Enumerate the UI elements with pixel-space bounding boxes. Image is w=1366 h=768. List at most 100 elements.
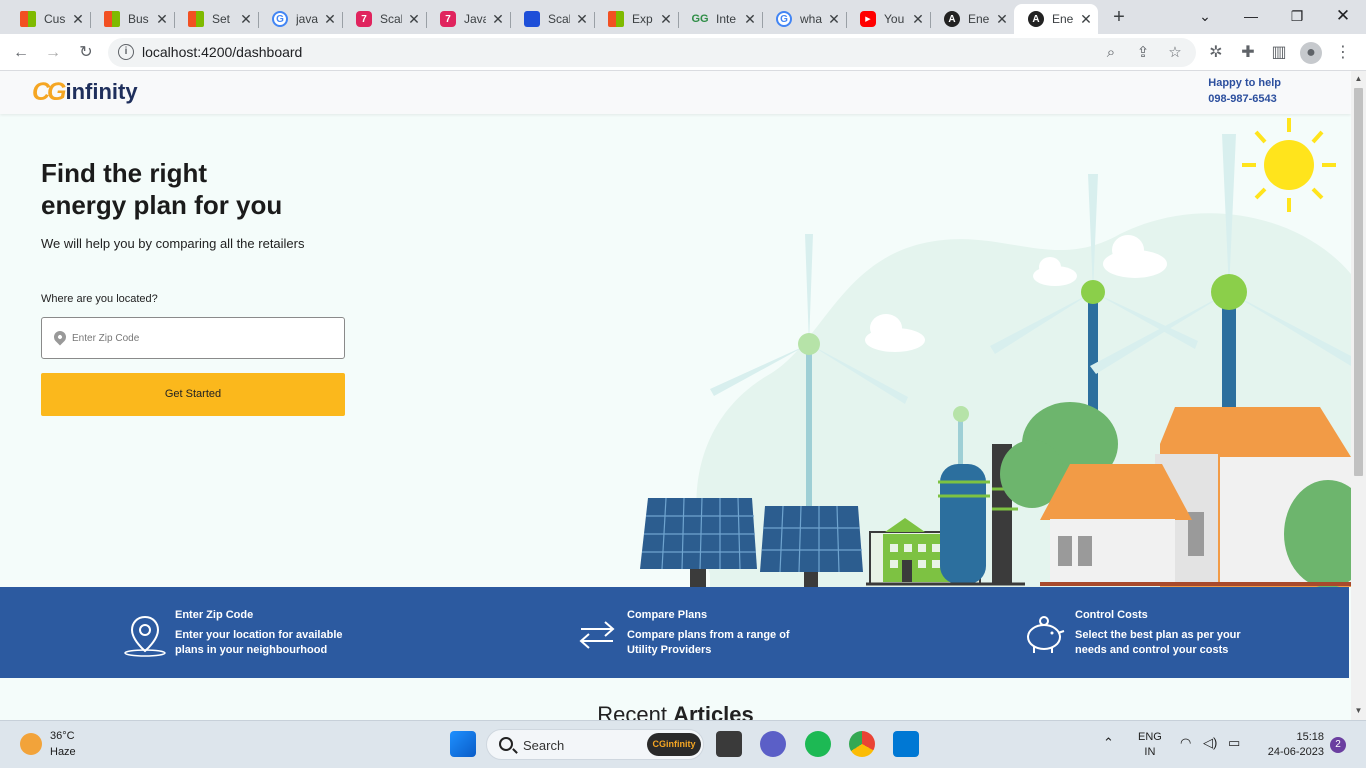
close-icon[interactable]: ✕ bbox=[70, 11, 86, 27]
back-arrow-icon[interactable]: ← bbox=[10, 42, 32, 64]
angular-icon: A bbox=[1028, 11, 1044, 27]
minimize-icon[interactable]: — bbox=[1228, 0, 1274, 34]
zip-code-field[interactable] bbox=[41, 317, 345, 359]
window-close-icon[interactable]: ✕ bbox=[1320, 0, 1366, 34]
volume-icon[interactable]: ◁) bbox=[1203, 735, 1217, 751]
browser-tab[interactable]: ▶ You ✕ bbox=[846, 4, 931, 34]
close-icon[interactable]: ✕ bbox=[574, 11, 590, 27]
recent-articles-heading: Recent Articles bbox=[597, 702, 754, 720]
youtube-icon: ▶ bbox=[860, 11, 876, 27]
help-label: Happy to help bbox=[1208, 77, 1281, 89]
hero-title: Find the right energy plan for you bbox=[41, 158, 283, 220]
feature-control-costs: Control Costs Select the best plan as pe… bbox=[1022, 587, 1282, 678]
help-contact: Happy to help 098-987-6543 bbox=[1208, 77, 1281, 105]
hero-subtitle: We will help you by comparing all the re… bbox=[41, 236, 305, 251]
task-view-icon[interactable] bbox=[716, 731, 742, 757]
close-icon[interactable]: ✕ bbox=[154, 11, 170, 27]
new-tab-plus-icon[interactable]: + bbox=[1108, 6, 1130, 28]
sun-icon bbox=[1242, 118, 1336, 212]
microsoft-icon bbox=[20, 11, 36, 27]
microsoft-icon bbox=[104, 11, 120, 27]
site-header: CG infinity Happy to help 098-987-6543 bbox=[0, 71, 1351, 114]
input-language[interactable]: ENG IN bbox=[1138, 730, 1162, 760]
browser-tab[interactable]: 7 Java ✕ bbox=[426, 4, 511, 34]
browser-tab[interactable]: Exp ✕ bbox=[594, 4, 679, 34]
browser-tab-strip: Cus ✕ Bus ✕ Set ✕ G java ✕ 7 Scal ✕ 7 Ja… bbox=[0, 0, 1366, 34]
vscode-icon[interactable] bbox=[893, 731, 919, 757]
scrollbar-thumb[interactable] bbox=[1354, 88, 1363, 476]
scroll-up-arrow-icon[interactable]: ▲ bbox=[1354, 75, 1363, 83]
browser-tab[interactable]: GG Inte ✕ bbox=[678, 4, 763, 34]
close-icon[interactable]: ✕ bbox=[742, 11, 758, 27]
address-bar[interactable]: i localhost:4200/dashboard ⌕ ⇪ ☆ bbox=[108, 38, 1196, 67]
battery-icon[interactable]: ▭ bbox=[1228, 735, 1240, 751]
extension-bug-icon[interactable]: ✲ bbox=[1205, 42, 1227, 64]
weather-haze-icon[interactable] bbox=[20, 733, 42, 755]
browser-tab[interactable]: Scal ✕ bbox=[510, 4, 595, 34]
windows-start-icon[interactable] bbox=[450, 731, 476, 757]
browser-tab[interactable]: A Ene ✕ bbox=[930, 4, 1014, 34]
cginfinity-logo[interactable]: CG infinity bbox=[32, 77, 138, 107]
browser-tab[interactable]: 7 Scal ✕ bbox=[342, 4, 427, 34]
browser-tab[interactable]: Set ✕ bbox=[174, 4, 259, 34]
microsoft-icon bbox=[608, 11, 624, 27]
angular-icon: A bbox=[944, 11, 960, 27]
houses bbox=[1000, 402, 1351, 587]
close-icon[interactable]: ✕ bbox=[1078, 11, 1094, 27]
page-scrollbar[interactable]: ▲ ▼ bbox=[1351, 71, 1366, 720]
feature-compare-plans: Compare Plans Compare plans from a range… bbox=[575, 587, 835, 678]
close-icon[interactable]: ✕ bbox=[994, 11, 1010, 27]
close-icon[interactable]: ✕ bbox=[238, 11, 254, 27]
help-phone[interactable]: 098-987-6543 bbox=[1208, 93, 1281, 105]
browser-tab[interactable]: G wha ✕ bbox=[762, 4, 847, 34]
chrome-menu-icon[interactable]: ⋮ bbox=[1332, 42, 1354, 64]
feature-enter-zip: Enter Zip Code Enter your location for a… bbox=[123, 587, 383, 678]
browser-tab[interactable]: Cus ✕ bbox=[6, 4, 91, 34]
bookmark-star-icon[interactable]: ☆ bbox=[1165, 43, 1185, 63]
spotify-icon[interactable] bbox=[805, 731, 831, 757]
side-panel-icon[interactable]: ▥ bbox=[1268, 42, 1290, 64]
site-info-icon[interactable]: i bbox=[118, 44, 134, 60]
scaler-icon: 7 bbox=[356, 11, 372, 27]
chrome-icon[interactable] bbox=[849, 731, 875, 757]
location-pin-icon bbox=[124, 615, 166, 657]
notification-badge[interactable]: 2 bbox=[1330, 737, 1346, 753]
location-label: Where are you located? bbox=[41, 293, 158, 305]
search-highlight-badge: CGinfinity bbox=[647, 733, 701, 756]
restore-icon[interactable]: ❐ bbox=[1274, 0, 1320, 34]
close-icon[interactable]: ✕ bbox=[406, 11, 422, 27]
tray-overflow-chevron-icon[interactable]: ⌃ bbox=[1103, 735, 1114, 751]
get-started-button[interactable]: Get Started bbox=[41, 373, 345, 416]
weather-condition[interactable]: Haze bbox=[50, 746, 76, 758]
forward-arrow-icon[interactable]: → bbox=[42, 42, 64, 64]
close-icon[interactable]: ✕ bbox=[490, 11, 506, 27]
location-pin-icon bbox=[51, 328, 69, 346]
url-text[interactable]: localhost:4200/dashboard bbox=[142, 44, 302, 60]
wifi-icon[interactable]: ◠ bbox=[1180, 735, 1191, 751]
google-icon: G bbox=[776, 11, 792, 27]
taskbar-search[interactable]: Search CGinfinity bbox=[486, 729, 704, 760]
scaler-blue-icon bbox=[524, 11, 540, 27]
weather-temperature[interactable]: 36°C bbox=[50, 730, 75, 742]
reload-icon[interactable]: ↻ bbox=[75, 42, 97, 64]
close-icon[interactable]: ✕ bbox=[322, 11, 338, 27]
scroll-down-arrow-icon[interactable]: ▼ bbox=[1354, 707, 1363, 715]
browser-tab[interactable]: G java ✕ bbox=[258, 4, 343, 34]
google-icon: G bbox=[272, 11, 288, 27]
close-icon[interactable]: ✕ bbox=[658, 11, 674, 27]
teams-chat-icon[interactable] bbox=[760, 731, 786, 757]
profile-avatar-icon[interactable]: ● bbox=[1300, 42, 1322, 64]
energy-illustration bbox=[640, 118, 1351, 587]
browser-tab[interactable]: Bus ✕ bbox=[90, 4, 175, 34]
browser-tab-active[interactable]: A Ene ✕ bbox=[1014, 4, 1098, 34]
share-icon[interactable]: ⇪ bbox=[1133, 43, 1153, 63]
zoom-icon[interactable]: ⌕ bbox=[1101, 43, 1121, 63]
tab-search-chevron-icon[interactable]: ⌄ bbox=[1182, 0, 1228, 34]
close-icon[interactable]: ✕ bbox=[910, 11, 926, 27]
system-clock[interactable]: 15:18 24-06-2023 bbox=[1256, 730, 1324, 760]
zip-code-input[interactable] bbox=[72, 329, 332, 347]
close-icon[interactable]: ✕ bbox=[826, 11, 842, 27]
extensions-puzzle-icon[interactable]: ✚ bbox=[1237, 42, 1259, 64]
search-icon bbox=[499, 737, 513, 751]
microsoft-icon bbox=[188, 11, 204, 27]
